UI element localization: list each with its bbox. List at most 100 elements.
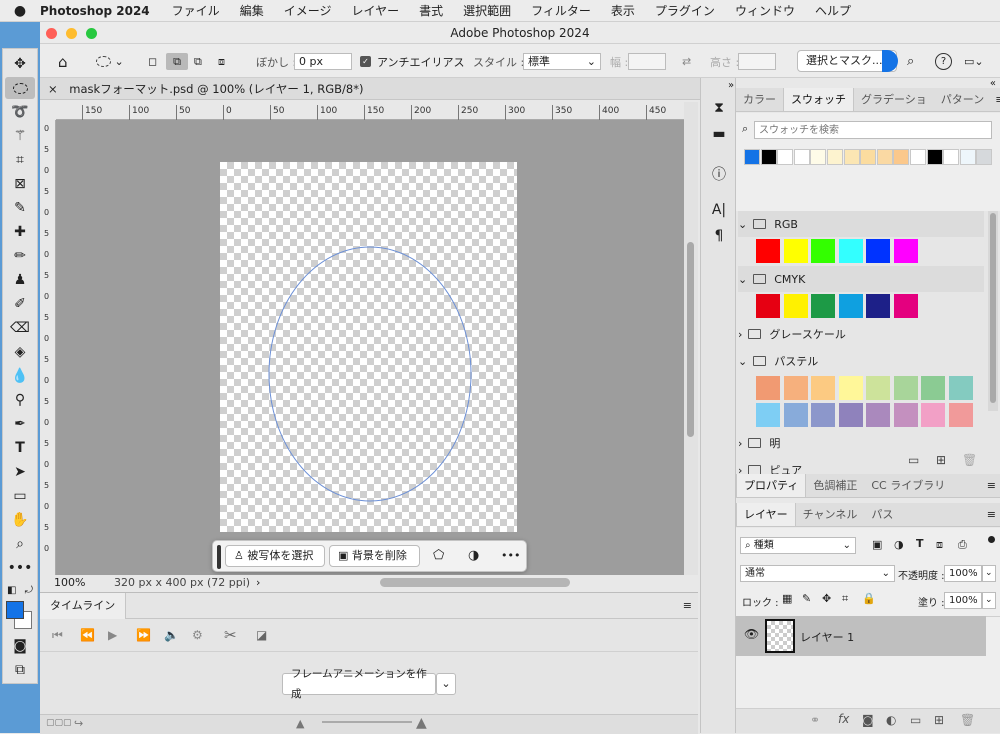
add-selection-icon[interactable]: ⧉ (166, 53, 188, 70)
frame-tool-icon[interactable]: ⊠ (5, 173, 35, 195)
zoom-slider[interactable] (322, 721, 412, 723)
swatch[interactable] (783, 294, 808, 318)
swatch[interactable] (866, 403, 890, 427)
menu-app-name[interactable]: Photoshop 2024 (40, 4, 150, 18)
recent-swatch[interactable] (976, 149, 993, 165)
lock-image-icon[interactable]: ✎ (802, 592, 811, 605)
layer-style-icon[interactable]: fx (838, 712, 849, 726)
horizontal-scroll-thumb[interactable] (380, 578, 570, 587)
swap-icon[interactable]: ⇄ (682, 53, 691, 70)
swatch[interactable] (811, 294, 835, 318)
apple-icon[interactable]: ● (0, 3, 40, 19)
timeline-mode-dropdown[interactable]: ⌄ (436, 673, 456, 695)
swatch[interactable] (866, 239, 890, 263)
lock-transparent-icon[interactable]: ▦ (782, 592, 792, 605)
quick-mask-icon[interactable]: ◙ (5, 635, 35, 657)
swatch[interactable] (866, 376, 890, 400)
style-select[interactable]: 標準 ⌄ (523, 53, 601, 70)
fill-input[interactable]: 100% (944, 592, 982, 609)
layer-kind-filter[interactable]: ⌕ 種類 ⌄ (740, 537, 856, 554)
recent-swatch[interactable] (793, 149, 810, 165)
status-menu-icon[interactable]: › (256, 575, 260, 591)
tab-patterns[interactable]: パターン (934, 88, 991, 111)
timeline-tab[interactable]: タイムライン (40, 593, 127, 619)
recent-swatch[interactable] (777, 149, 794, 165)
swatch[interactable] (838, 239, 863, 263)
intersect-selection-icon[interactable]: ⧈ (218, 53, 225, 70)
eyedropper-tool-icon[interactable]: ✎ (5, 197, 35, 219)
swatch[interactable] (811, 376, 835, 400)
eraser-tool-icon[interactable]: ⌫ (5, 317, 35, 339)
transform-icon[interactable]: ⬠ (433, 548, 444, 563)
close-tab-icon[interactable]: × (48, 82, 58, 96)
zoom-level[interactable]: 100% (54, 575, 85, 591)
more-options-icon[interactable]: ••• (501, 549, 520, 562)
swatch[interactable] (948, 376, 973, 400)
remove-background-button[interactable]: ▣ 背景を削除 (329, 545, 420, 567)
add-mask-icon[interactable]: ◙ (862, 713, 874, 727)
tab-adjustments[interactable]: 色調補正 (806, 474, 864, 497)
menu-layer[interactable]: レイヤー (351, 2, 399, 19)
swatches-menu-icon[interactable]: ≡ (991, 88, 1000, 111)
menu-view[interactable]: 表示 (611, 2, 635, 19)
recent-swatch[interactable] (860, 149, 877, 165)
adjustment-icon[interactable]: ◑ (468, 548, 479, 563)
opacity-dropdown[interactable]: ⌄ (982, 565, 996, 582)
pen-tool-icon[interactable]: ✒ (5, 413, 35, 435)
new-selection-icon[interactable]: ◻ (148, 53, 157, 70)
tab-properties[interactable]: プロパティ (736, 474, 807, 497)
screen-mode-icon[interactable]: ⧉ (5, 659, 35, 681)
hand-tool-icon[interactable]: ✋ (5, 509, 35, 531)
new-group-icon[interactable]: ▭ (908, 453, 919, 467)
help-icon[interactable]: ? (935, 53, 952, 70)
zoom-tool-icon[interactable]: ⌕ (5, 533, 35, 555)
swatch[interactable] (783, 239, 808, 263)
close-window-button[interactable] (46, 28, 57, 39)
panel-menu-icon[interactable]: ≡ (683, 599, 692, 612)
layer-name[interactable]: レイヤー 1 (800, 629, 854, 645)
swatches-scrollbar[interactable] (988, 211, 998, 411)
first-frame-icon[interactable]: ⏮ (52, 628, 63, 643)
lock-artboard-icon[interactable]: ⌗ (842, 592, 848, 606)
frame-icons[interactable]: ▢▢▢ (46, 718, 72, 728)
recent-swatch[interactable] (744, 149, 760, 165)
rectangle-tool-icon[interactable]: ▭ (5, 485, 35, 507)
swatch[interactable] (756, 239, 780, 263)
marquee-preset-picker[interactable]: ⌄ (96, 53, 124, 70)
crop-tool-icon[interactable]: ⌗ (5, 149, 35, 171)
blur-tool-icon[interactable]: 💧 (5, 365, 35, 387)
recent-swatch[interactable] (760, 149, 777, 165)
character-icon[interactable]: A| (709, 202, 729, 222)
clone-stamp-tool-icon[interactable]: ♟ (5, 269, 35, 291)
link-layers-icon[interactable]: ⚭ (810, 713, 820, 727)
swatch-group-grayscale[interactable]: › グレースケール (738, 321, 984, 347)
swatch[interactable] (838, 294, 863, 318)
recent-swatch[interactable] (810, 149, 827, 165)
transition-icon[interactable]: ◪ (256, 628, 267, 642)
menu-edit[interactable]: 編集 (240, 2, 264, 19)
swatch[interactable] (756, 294, 780, 318)
workspace-icon[interactable]: ▭⌄ (964, 53, 984, 70)
tab-channels[interactable]: チャンネル (796, 503, 865, 526)
vertical-scrollbar[interactable] (684, 102, 698, 575)
opacity-input[interactable]: 100% (944, 565, 982, 582)
document-tab[interactable]: × maskフォーマット.psd @ 100% (レイヤー 1, RGB/8*) (40, 78, 700, 100)
filter-type-icon[interactable]: T (916, 537, 924, 550)
swatch[interactable] (838, 376, 863, 400)
tab-layers[interactable]: レイヤー (736, 503, 796, 526)
settings-icon[interactable]: ⚙ (192, 628, 203, 642)
swatch[interactable] (921, 403, 945, 427)
foreground-color-swatch[interactable] (6, 601, 24, 619)
swatch[interactable] (893, 403, 918, 427)
swatch[interactable] (893, 294, 918, 318)
drag-handle[interactable] (217, 545, 221, 569)
swatch[interactable] (948, 403, 973, 427)
fill-dropdown[interactable]: ⌄ (982, 592, 996, 609)
swatch[interactable] (783, 403, 808, 427)
recent-swatch[interactable] (910, 149, 926, 165)
blend-mode-select[interactable]: 通常 ⌄ (740, 565, 895, 582)
menu-image[interactable]: イメージ (284, 2, 332, 19)
swatch-group-pastel[interactable]: ⌄ パステル (738, 348, 984, 374)
lasso-tool-icon[interactable]: ➰ (5, 101, 35, 123)
zoom-in-icon[interactable]: ▲ (416, 715, 427, 731)
